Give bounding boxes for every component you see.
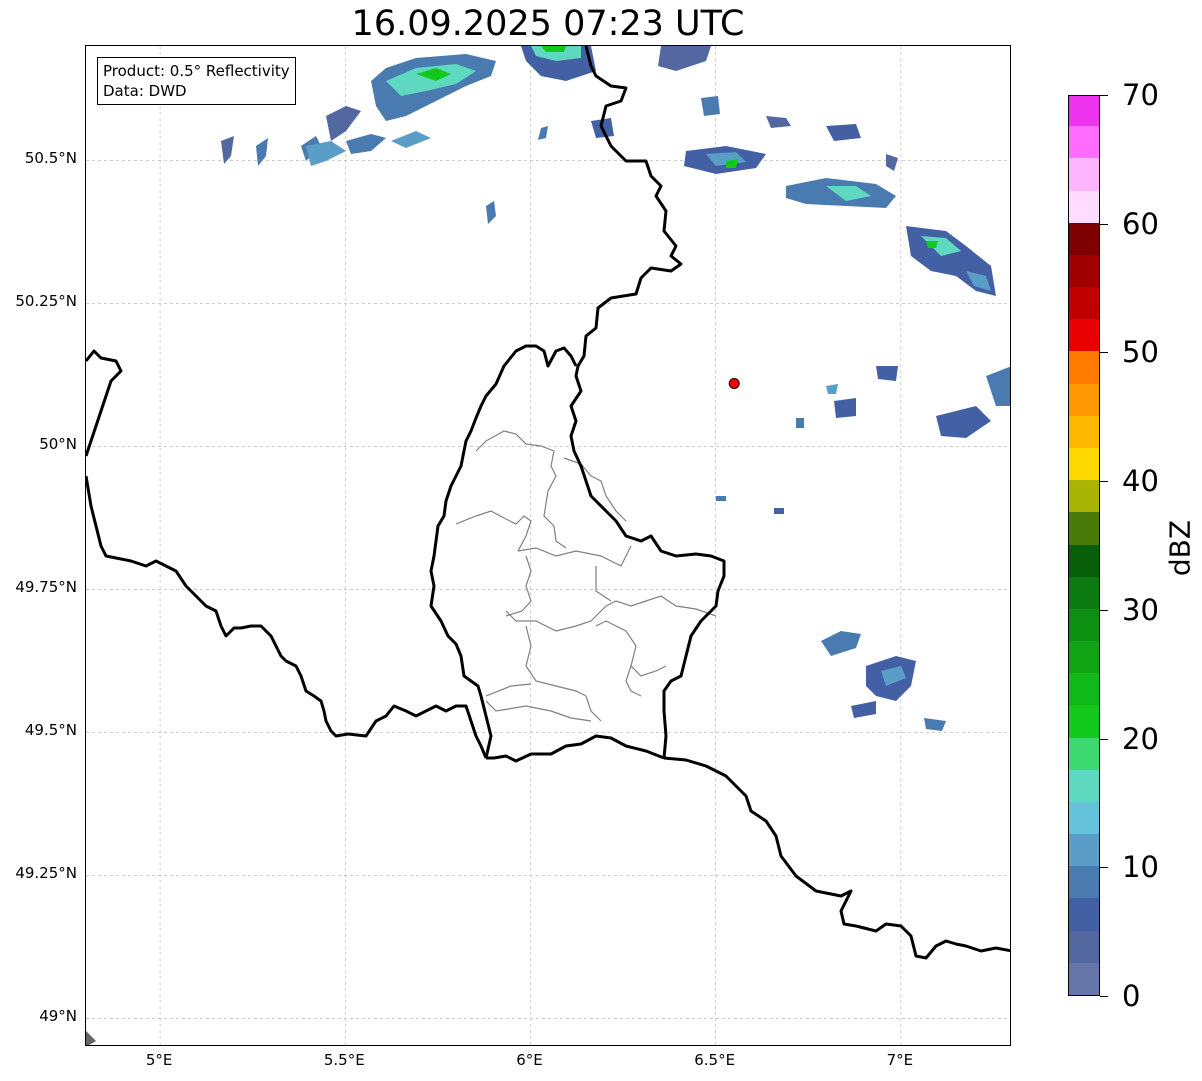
colorbar-segment — [1069, 544, 1099, 577]
lat-label: 49.75°N — [15, 578, 77, 597]
lat-label: 50.25°N — [15, 292, 77, 311]
colorbar-tick-label: 40 — [1122, 464, 1159, 499]
country-borders — [86, 46, 1010, 960]
colorbar-segment — [1069, 447, 1099, 481]
lat-label: 49°N — [39, 1007, 77, 1026]
colorbar-tick-label: 30 — [1122, 592, 1159, 627]
colorbar-segment — [1069, 511, 1099, 545]
map-canvas — [86, 46, 1010, 1045]
colorbar-segment — [1069, 897, 1099, 931]
colorbar-segment — [1069, 190, 1099, 223]
reflectivity-colorbar — [1068, 95, 1100, 996]
colorbar-segment — [1069, 318, 1099, 352]
colorbar-segment — [1069, 96, 1099, 127]
colorbar-segment — [1069, 608, 1099, 642]
echo-cluster-n — [521, 46, 711, 140]
colorbar-segment — [1069, 350, 1099, 384]
colorbar-segment — [1069, 254, 1099, 288]
colorbar-segment — [1069, 801, 1099, 835]
colorbar-segment — [1069, 157, 1099, 191]
colorbar-tick-label: 60 — [1122, 206, 1159, 241]
colorbar-segment — [1069, 930, 1099, 963]
data-source-label: Data: DWD — [103, 82, 187, 100]
colorbar-tick-label: 50 — [1122, 335, 1159, 370]
radar-map[interactable] — [85, 45, 1011, 1046]
lat-label: 50.5°N — [24, 149, 77, 168]
lon-label: 6°E — [516, 1051, 543, 1069]
colorbar-unit-label: dBZ — [1163, 519, 1197, 577]
radar-site — [728, 377, 740, 389]
lat-label: 49.5°N — [24, 721, 77, 740]
colorbar-segment — [1069, 737, 1099, 770]
colorbar-segment — [1069, 865, 1099, 899]
lon-label: 7°E — [886, 1051, 914, 1069]
colorbar-tick-label: 10 — [1122, 850, 1159, 885]
colorbar-segment — [1069, 962, 1099, 995]
lon-label: 5.5°E — [323, 1051, 365, 1069]
radar-site-marker[interactable] — [728, 377, 740, 389]
echo-cluster-ne — [684, 96, 996, 296]
lon-label: 5°E — [145, 1051, 173, 1069]
colorbar-segment — [1069, 125, 1099, 159]
lat-label: 49.25°N — [15, 864, 77, 883]
colorbar-segment — [1069, 672, 1099, 706]
colorbar-tick — [1100, 996, 1108, 997]
colorbar-tick — [1100, 481, 1108, 483]
echo-cluster-se — [821, 631, 946, 731]
colorbar-tick — [1100, 609, 1108, 611]
map-title: 16.09.2025 07:23 UTC — [351, 4, 745, 44]
lat-label: 50°N — [39, 435, 77, 454]
colorbar-tick — [1100, 95, 1108, 96]
colorbar-tick-label: 70 — [1122, 78, 1159, 112]
colorbar-segment — [1069, 640, 1099, 674]
product-label: Product: 0.5° Reflectivity — [103, 62, 290, 80]
colorbar-tick — [1100, 738, 1108, 740]
colorbar-tick — [1100, 223, 1108, 225]
colorbar-segment — [1069, 833, 1099, 867]
colorbar-segment — [1069, 383, 1099, 416]
colorbar-tick — [1100, 352, 1108, 354]
colorbar-segment — [1069, 479, 1099, 513]
precipitation-echoes — [86, 46, 1010, 1045]
lon-label: 6.5°E — [694, 1051, 736, 1069]
colorbar-segment — [1069, 769, 1099, 802]
colorbar-tick-label: 0 — [1122, 979, 1141, 1013]
echo-cluster-e — [716, 366, 1010, 514]
colorbar-segment — [1069, 286, 1099, 320]
product-info-box: Product: 0.5° Reflectivity Data: DWD — [97, 57, 296, 105]
colorbar-tick — [1100, 867, 1108, 869]
colorbar-segment — [1069, 415, 1099, 448]
colorbar-tick-label: 20 — [1122, 721, 1159, 756]
colorbar-segment — [1069, 576, 1099, 609]
colorbar-segment — [1069, 704, 1099, 738]
colorbar-segment — [1069, 222, 1099, 255]
